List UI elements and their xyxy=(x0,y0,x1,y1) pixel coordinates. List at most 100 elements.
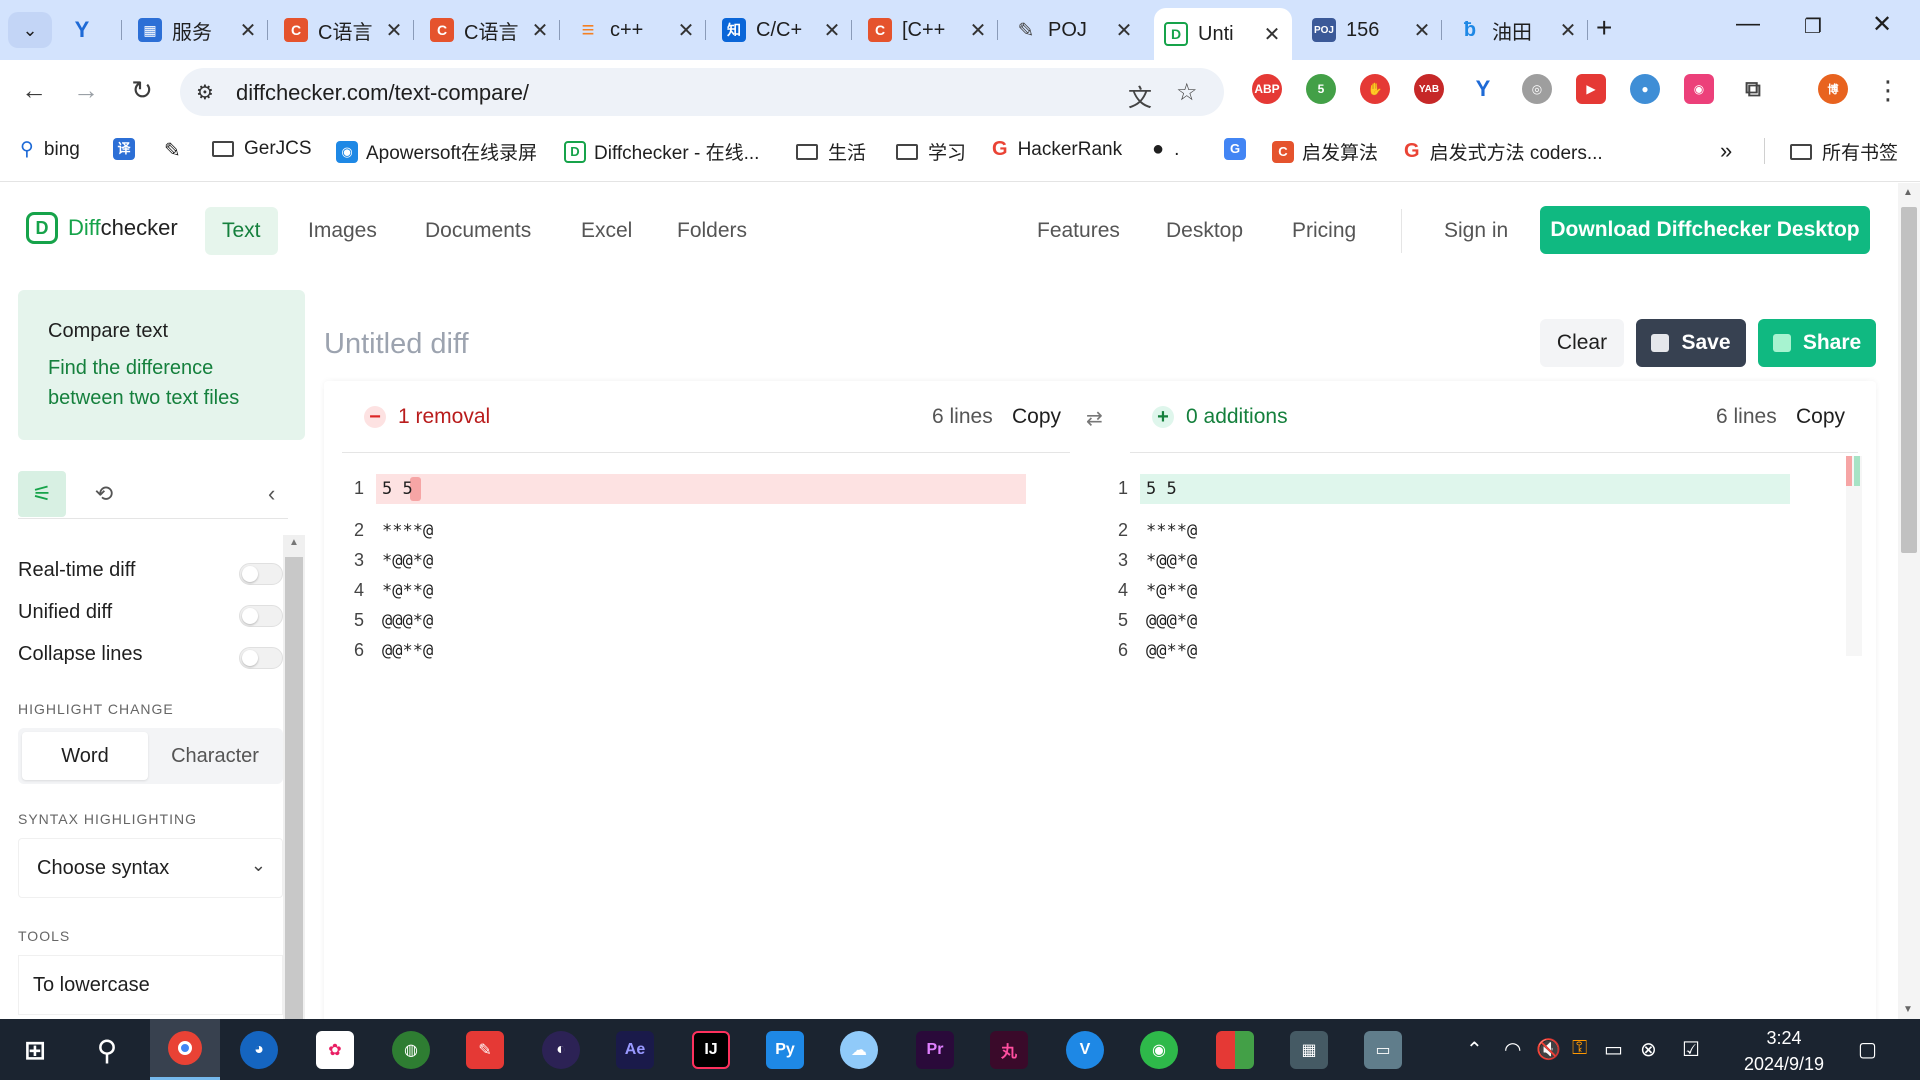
nav-desktop[interactable]: Desktop xyxy=(1166,219,1243,243)
browser-tab[interactable]: POJ 156 ✕ xyxy=(1302,8,1442,52)
system-clock[interactable]: 3:24 2024/9/19 xyxy=(1734,1025,1834,1077)
tab-search-icon[interactable]: ⌄ xyxy=(8,12,52,48)
bookmark-folder-study[interactable]: 学习 xyxy=(896,138,966,165)
bookmark-heuristic-algorithm[interactable]: C 启发算法 xyxy=(1272,138,1378,165)
bookmark-hackerrank[interactable]: G HackerRank xyxy=(992,138,1122,161)
windows-start-icon[interactable]: ⊞ xyxy=(16,1031,54,1069)
save-button[interactable]: Save xyxy=(1636,319,1746,367)
left-copy-button[interactable]: Copy xyxy=(1012,405,1061,429)
nav-images[interactable]: Images xyxy=(308,219,377,243)
close-tab-icon[interactable]: ✕ xyxy=(1114,18,1134,43)
bookmark-heuristic-coders[interactable]: G 启发式方法 coders... xyxy=(1404,138,1603,165)
wan-app-icon[interactable]: 丸 xyxy=(990,1031,1028,1069)
profile-avatar[interactable]: 博 xyxy=(1818,74,1848,104)
firefox-icon[interactable]: ◕ xyxy=(240,1031,278,1069)
glasses-icon[interactable]: ◎ xyxy=(1522,74,1552,104)
download-desktop-button[interactable]: Download Diffchecker Desktop xyxy=(1540,206,1870,254)
syntax-select[interactable]: Choose syntax ⌄ xyxy=(18,838,283,898)
bookmark-bing[interactable]: ⚲ bing xyxy=(20,138,80,161)
page-scroll-thumb[interactable] xyxy=(1901,207,1917,553)
browser-tab[interactable]: C [C++ ✕ xyxy=(858,8,998,52)
close-tab-icon[interactable]: ✕ xyxy=(1412,18,1432,43)
bookmark-poj[interactable]: ✎ xyxy=(164,138,181,163)
browser-tab-pinned[interactable]: Y xyxy=(60,8,122,52)
sidebar-scroll-thumb[interactable] xyxy=(285,557,303,1019)
checkbox-app-icon[interactable]: ☑ xyxy=(1682,1037,1700,1062)
collapse-sidebar-icon[interactable]: ‹ xyxy=(268,481,275,507)
nav-excel[interactable]: Excel xyxy=(581,219,632,243)
screenshot-icon[interactable]: ◉ xyxy=(1684,74,1714,104)
share-button[interactable]: Share xyxy=(1758,319,1876,367)
scroll-up-icon[interactable]: ▲ xyxy=(289,537,299,548)
key-icon[interactable]: ⚿ xyxy=(1572,1037,1587,1060)
clear-button[interactable]: Clear xyxy=(1540,319,1624,367)
globe-extension-icon[interactable]: ● xyxy=(1630,74,1660,104)
extension-shield-icon[interactable]: 5 xyxy=(1306,74,1336,104)
page-scrollbar[interactable]: ▲ ▼ xyxy=(1898,183,1920,1019)
premiere-icon[interactable]: Pr xyxy=(916,1031,954,1069)
forward-icon[interactable]: → xyxy=(68,72,104,108)
browser-tab[interactable]: ▦ 服务 ✕ xyxy=(128,8,268,52)
y-extension-icon[interactable]: Y xyxy=(1468,74,1498,104)
right-copy-button[interactable]: Copy xyxy=(1796,405,1845,429)
bookmark-folder-gerjcs[interactable]: GerJCS xyxy=(212,138,312,160)
nav-folders[interactable]: Folders xyxy=(677,219,747,243)
sign-in-link[interactable]: Sign in xyxy=(1444,219,1508,243)
highlight-character-option[interactable]: Character xyxy=(152,732,278,780)
flower-app-icon[interactable]: ✿ xyxy=(316,1031,354,1069)
new-tab-icon[interactable]: + xyxy=(1596,12,1612,44)
highlight-word-option[interactable]: Word xyxy=(22,732,148,780)
earth-app-icon[interactable]: ◍ xyxy=(392,1031,430,1069)
left-code-pane[interactable]: 1 5 5 2 ****@ 3 *@@*@ 4 *@**@ 5 @@@*@ 6 @@**@ xyxy=(324,474,1084,694)
minimize-icon[interactable]: — xyxy=(1736,10,1760,38)
diff-minimap[interactable] xyxy=(1846,456,1862,656)
close-tab-icon[interactable]: ✕ xyxy=(384,18,404,43)
browser-tab[interactable]: C C语言 ✕ xyxy=(274,8,414,52)
collapse-lines-toggle[interactable] xyxy=(239,647,283,669)
real-time-diff-toggle[interactable] xyxy=(239,563,283,585)
after-effects-icon[interactable]: Ae xyxy=(616,1031,654,1069)
pencil-app-icon[interactable]: ✎ xyxy=(466,1031,504,1069)
restore-icon[interactable]: ❐ xyxy=(1804,14,1822,39)
close-tab-icon[interactable]: ✕ xyxy=(530,18,550,43)
yab-icon[interactable]: YAB xyxy=(1414,74,1444,104)
nav-pricing[interactable]: Pricing xyxy=(1292,219,1356,243)
right-code-pane[interactable]: 1 5 5 2 ****@ 3 *@@*@ 4 *@**@ 5 @@@*@ 6 @@**@ xyxy=(1088,474,1848,694)
browser-tab[interactable]: 知 C/C+ ✕ xyxy=(712,8,852,52)
calculator-icon[interactable]: ▦ xyxy=(1290,1031,1328,1069)
browser-tab-active[interactable]: D Unti ✕ xyxy=(1154,8,1292,60)
close-tab-icon[interactable]: ✕ xyxy=(676,18,696,43)
bookmark-star-icon[interactable]: ☆ xyxy=(1176,78,1198,107)
address-bar[interactable]: ⚙ diffchecker.com/text-compare/ 文 ☆ xyxy=(180,68,1224,116)
wechat-icon[interactable]: ◉ xyxy=(1140,1031,1178,1069)
nav-features[interactable]: Features xyxy=(1037,219,1120,243)
python-icon[interactable]: Py xyxy=(766,1031,804,1069)
stop-hand-icon[interactable]: ✋ xyxy=(1360,74,1390,104)
search-icon[interactable]: ⚲ xyxy=(88,1031,126,1069)
adblock-icon[interactable]: ABP xyxy=(1252,74,1282,104)
close-window-icon[interactable]: ✕ xyxy=(1872,10,1892,39)
close-tab-icon[interactable]: ✕ xyxy=(822,18,842,43)
bookmark-folder-life[interactable]: 生活 xyxy=(796,138,866,165)
notification-icon[interactable]: ▢ xyxy=(1858,1037,1877,1062)
more-bookmarks-icon[interactable]: » xyxy=(1720,138,1732,164)
close-tab-icon[interactable]: ✕ xyxy=(968,18,988,43)
battery-icon[interactable]: ▭ xyxy=(1604,1037,1623,1062)
blocked-icon[interactable]: ⊗ xyxy=(1640,1037,1657,1062)
diff-title[interactable]: Untitled diff xyxy=(324,328,469,361)
scroll-up-icon[interactable]: ▲ xyxy=(1903,187,1913,198)
all-bookmarks[interactable]: 所有书签 xyxy=(1790,138,1898,165)
reload-icon[interactable]: ↻ xyxy=(124,72,160,108)
eclipse-icon[interactable]: ◐ xyxy=(542,1031,580,1069)
taskbar-chrome[interactable] xyxy=(150,1019,220,1080)
window-app-icon[interactable]: ▭ xyxy=(1364,1031,1402,1069)
close-tab-icon[interactable]: ✕ xyxy=(1558,18,1578,43)
bookmark-globe[interactable]: ●. xyxy=(1152,138,1179,161)
back-icon[interactable]: ← xyxy=(16,72,52,108)
video-icon[interactable]: ▶ xyxy=(1576,74,1606,104)
diffchecker-logo[interactable]: D Diff checker xyxy=(26,212,178,244)
nav-text[interactable]: Text xyxy=(205,207,278,255)
swap-sides-icon[interactable]: ⇄ xyxy=(1086,406,1103,431)
bookmark-google-translate[interactable]: G xyxy=(1224,138,1254,160)
scroll-down-icon[interactable]: ▼ xyxy=(1903,1004,1913,1015)
